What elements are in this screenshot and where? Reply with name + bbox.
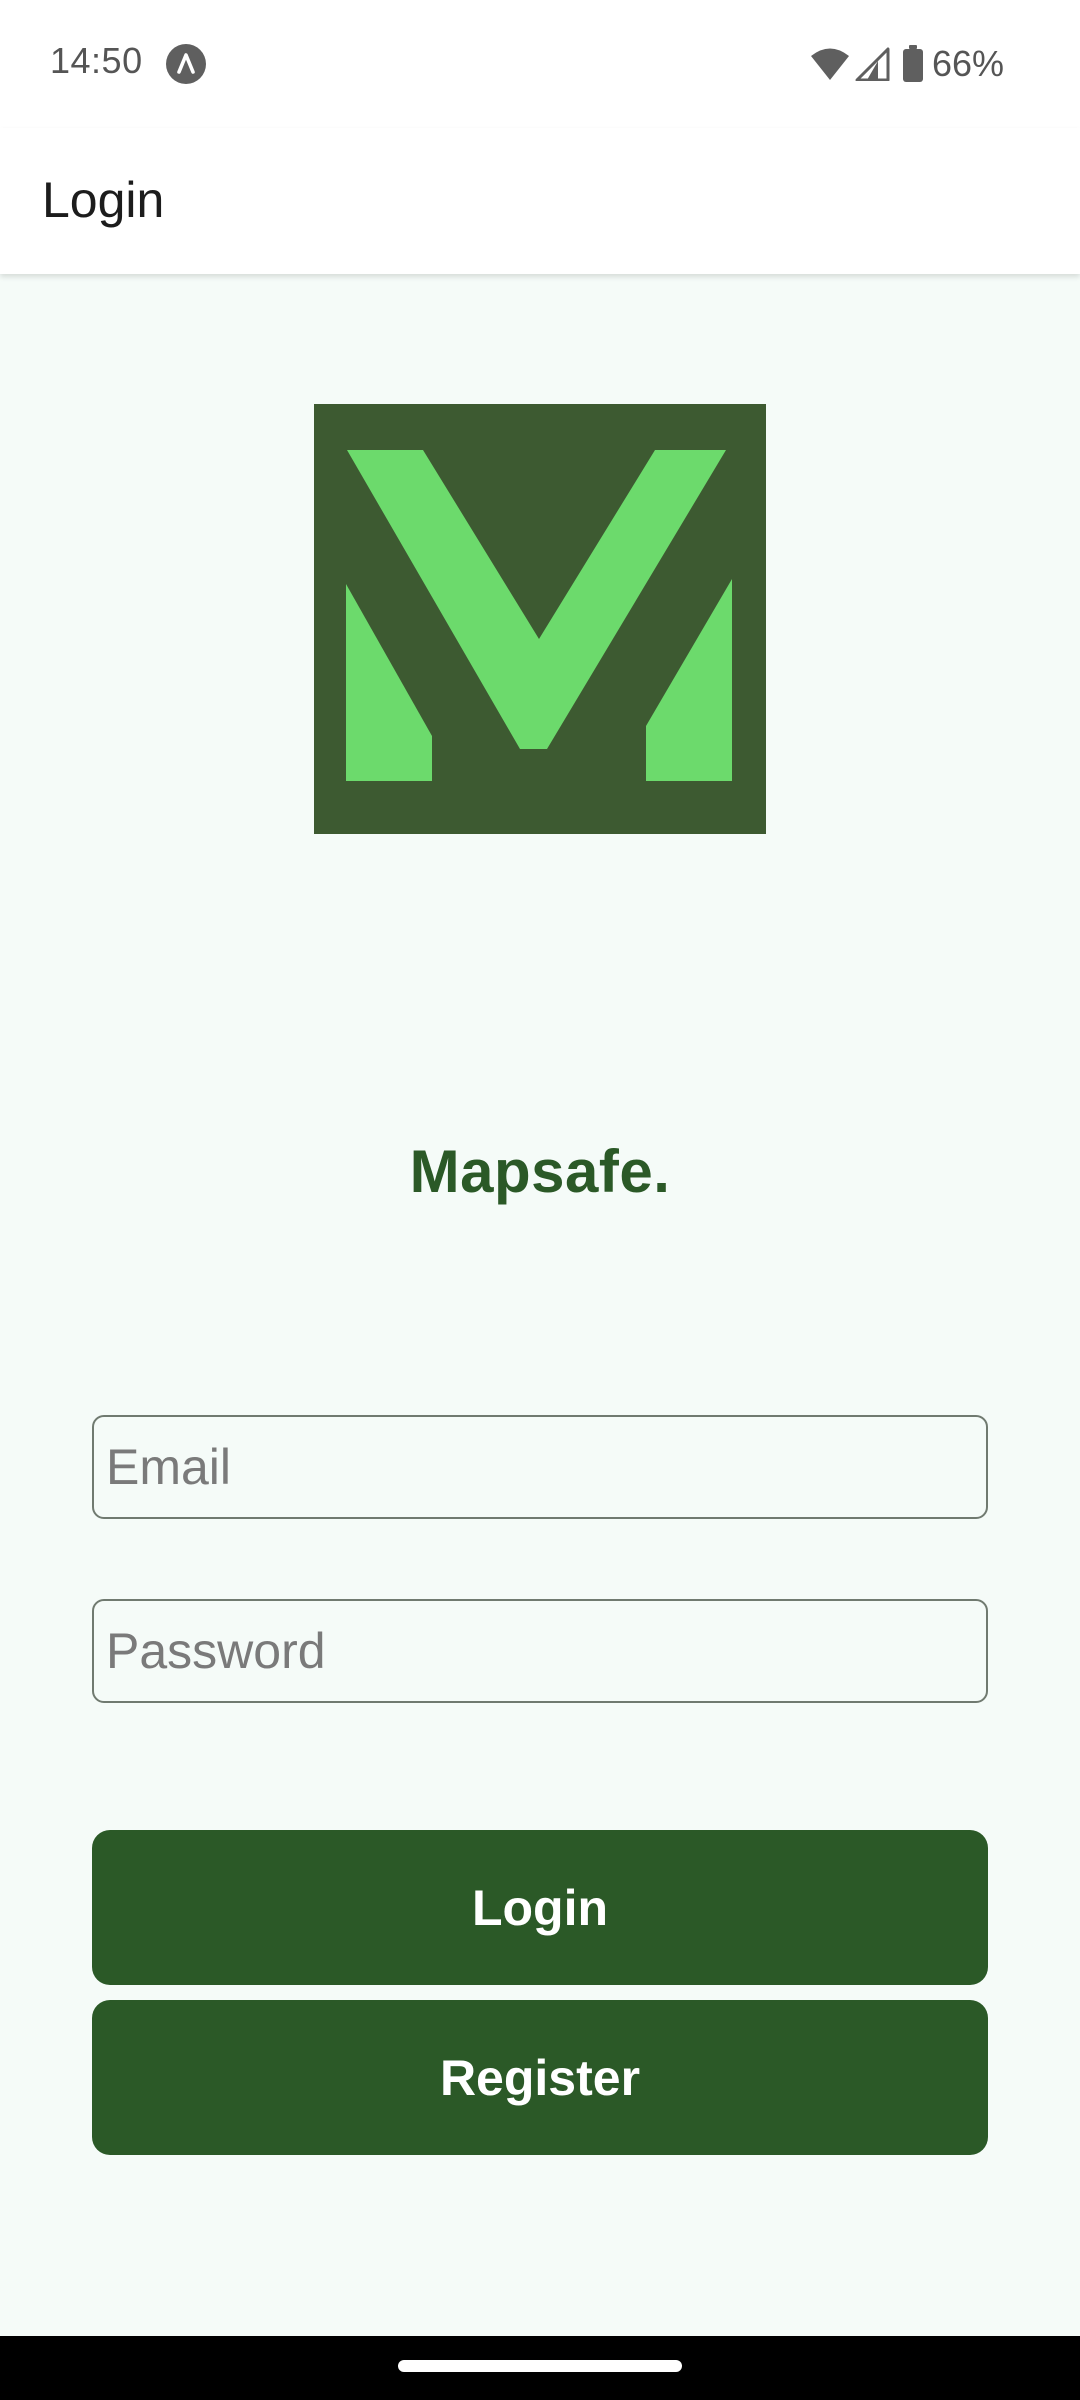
password-field[interactable] xyxy=(92,1599,988,1703)
status-bar: 14:50 66% xyxy=(0,0,1080,128)
login-button[interactable]: Login xyxy=(92,1830,988,1985)
wifi-icon xyxy=(810,48,849,80)
battery-icon xyxy=(902,45,923,82)
mapsafe-logo xyxy=(314,404,766,834)
navigation-bar xyxy=(0,2336,1080,2400)
status-icons: 66% xyxy=(810,40,1004,88)
page-title: Login xyxy=(42,172,165,228)
brand-name: Mapsafe. xyxy=(409,1138,671,1205)
home-indicator[interactable] xyxy=(398,2360,682,2372)
register-button[interactable]: Register xyxy=(92,2000,988,2155)
battery-percent: 66% xyxy=(931,43,1004,84)
android-studio-icon xyxy=(166,44,206,84)
cell-signal-icon xyxy=(855,47,890,81)
app-bar: Login xyxy=(0,128,1080,274)
status-time: 14:50 xyxy=(50,40,143,81)
email-field[interactable] xyxy=(92,1415,988,1519)
